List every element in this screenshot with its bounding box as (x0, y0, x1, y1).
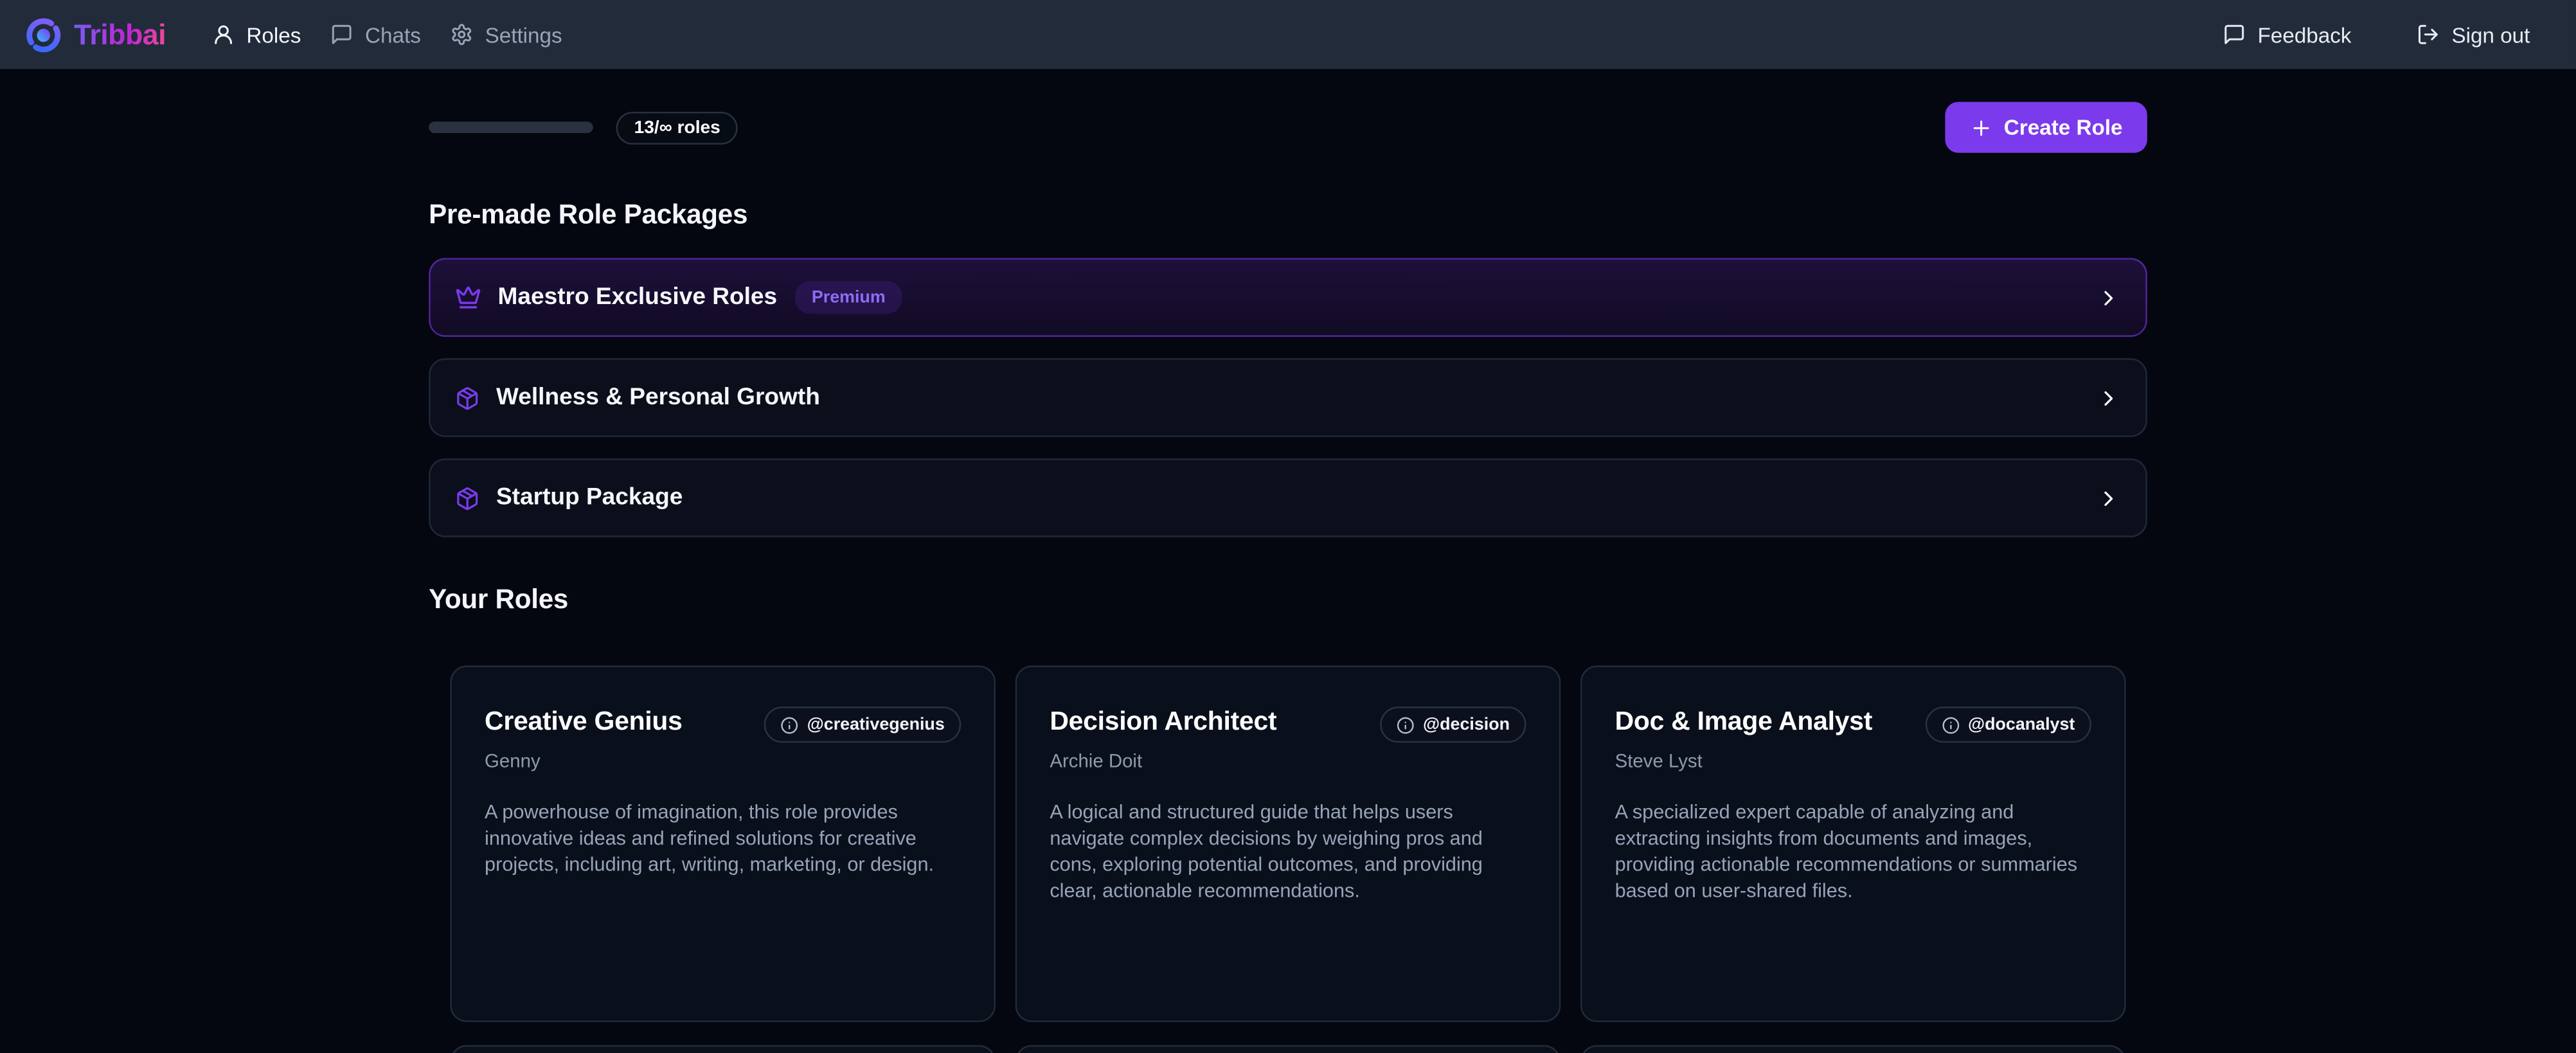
role-card-partial[interactable] (450, 1045, 996, 1053)
role-card-partial[interactable] (1580, 1045, 2126, 1053)
nav-item-roles[interactable]: Roles (209, 15, 305, 53)
package-row-startup[interactable]: Startup Package (429, 458, 2147, 537)
sign-out-label: Sign out (2451, 22, 2530, 47)
package-label: Wellness & Personal Growth (496, 384, 820, 411)
role-card-doc-image-analyst[interactable]: Doc & Image Analyst @docanalyst Steve Ly… (1580, 665, 2126, 1022)
feedback-button[interactable]: Feedback (2220, 15, 2355, 53)
role-description: A logical and structured guide that help… (1050, 800, 1526, 905)
role-description: A powerhouse of imagination, this role p… (485, 800, 961, 879)
chat-bubble-icon (330, 23, 353, 46)
chat-bubble-icon (2223, 23, 2246, 46)
role-cards-grid: Creative Genius @creativegenius Genny A … (429, 665, 2147, 1022)
premade-packages-heading: Pre-made Role Packages (429, 201, 2147, 232)
info-icon (1397, 716, 1415, 734)
nav-item-label: Chats (365, 22, 421, 47)
brand[interactable]: Tribbai (24, 15, 166, 53)
package-list: Maestro Exclusive Roles Premium Wellness… (429, 258, 2147, 537)
role-card-partial[interactable] (1015, 1045, 1561, 1053)
role-card-creative-genius[interactable]: Creative Genius @creativegenius Genny A … (450, 665, 996, 1022)
role-card-decision-architect[interactable]: Decision Architect @decision Archie Doit… (1015, 665, 1561, 1022)
plus-icon (1969, 116, 1992, 139)
card-header: Decision Architect @decision (1050, 706, 1526, 742)
chevron-right-icon (2097, 385, 2121, 410)
usage-row: 13/∞ roles Create Role (429, 102, 2147, 152)
main-content: 13/∞ roles Create Role Pre-made Role Pac… (429, 102, 2147, 1053)
roles-usage-progressbar (429, 122, 593, 133)
your-roles-heading: Your Roles (429, 585, 2147, 616)
brand-name: Tribbai (74, 17, 166, 52)
crown-icon (455, 284, 481, 310)
sign-out-button[interactable]: Sign out (2414, 15, 2534, 53)
chevron-right-icon (2097, 485, 2121, 510)
premium-badge: Premium (795, 281, 902, 314)
role-subtitle: Genny (485, 753, 961, 773)
nav-item-label: Roles (246, 22, 301, 47)
role-description: A specialized expert capable of analyzin… (1615, 800, 2091, 905)
create-role-button[interactable]: Create Role (1945, 102, 2147, 152)
role-cards-grid-partial (429, 1045, 2147, 1053)
role-title: Creative Genius (485, 706, 683, 738)
card-header: Doc & Image Analyst @docanalyst (1615, 706, 2091, 742)
user-icon (212, 23, 235, 46)
role-handle: @docanalyst (1968, 715, 2075, 735)
role-subtitle: Steve Lyst (1615, 753, 2091, 773)
package-label: Startup Package (496, 485, 683, 511)
role-title: Doc & Image Analyst (1615, 706, 1872, 738)
card-header: Creative Genius @creativegenius (485, 706, 961, 742)
create-role-label: Create Role (2004, 115, 2123, 140)
nav-items: Roles Chats Settings (209, 15, 566, 53)
nav-item-settings[interactable]: Settings (447, 15, 566, 53)
gear-icon (451, 23, 474, 46)
info-icon (1942, 716, 1960, 734)
nav-item-chats[interactable]: Chats (327, 15, 424, 53)
role-title: Decision Architect (1050, 706, 1276, 738)
feedback-label: Feedback (2258, 22, 2352, 47)
role-handle-badge[interactable]: @docanalyst (1926, 706, 2091, 742)
package-row-maestro[interactable]: Maestro Exclusive Roles Premium (429, 258, 2147, 337)
info-icon (781, 716, 799, 734)
role-handle-badge[interactable]: @decision (1381, 706, 1526, 742)
nav-right: Feedback Sign out (2220, 15, 2534, 53)
roles-count-badge: 13/∞ roles (616, 111, 738, 144)
package-row-wellness[interactable]: Wellness & Personal Growth (429, 358, 2147, 437)
package-icon (455, 485, 479, 510)
package-label: Maestro Exclusive Roles (497, 284, 777, 310)
nav-item-label: Settings (485, 22, 562, 47)
app: Tribbai Roles Chats Settings (0, 0, 2576, 1053)
role-handle: @creativegenius (807, 715, 945, 735)
top-nav: Tribbai Roles Chats Settings (0, 0, 2576, 69)
role-handle: @decision (1423, 715, 1510, 735)
role-handle-badge[interactable]: @creativegenius (764, 706, 961, 742)
role-subtitle: Archie Doit (1050, 753, 1526, 773)
tribbai-logo-icon (24, 15, 62, 53)
chevron-right-icon (2097, 285, 2121, 309)
package-icon (455, 385, 479, 410)
logout-icon (2417, 23, 2440, 46)
